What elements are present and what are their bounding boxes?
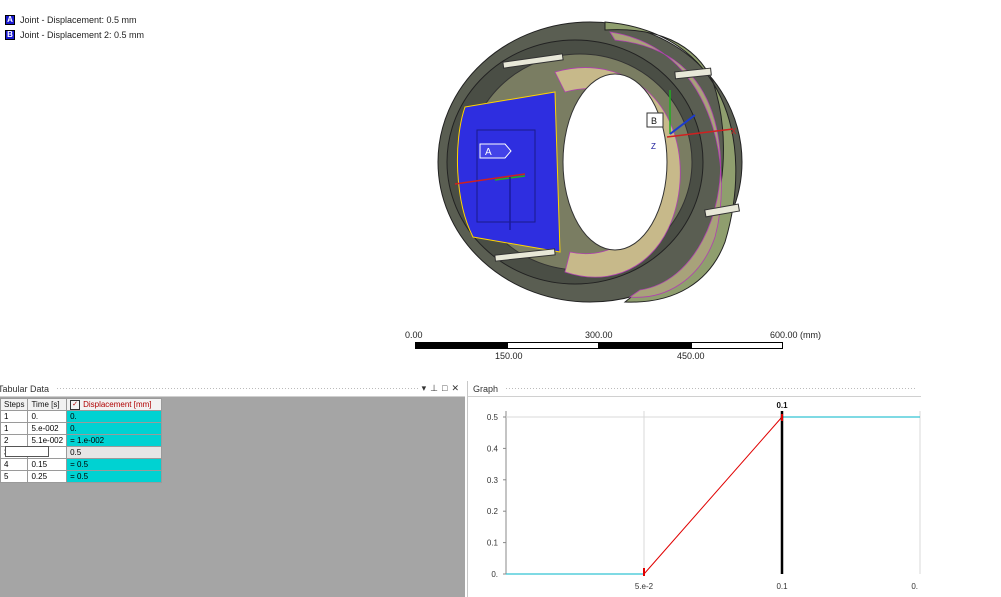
scale-label-450: 450.00 bbox=[677, 351, 705, 361]
cell-time: 0.25 bbox=[27, 470, 68, 483]
graph-header-grip[interactable] bbox=[505, 387, 917, 390]
legend-label-a: Joint - Displacement: 0.5 mm bbox=[20, 14, 137, 25]
cell-displacement[interactable]: 0. bbox=[66, 410, 163, 423]
cell-step: 5 bbox=[0, 470, 29, 483]
current-step-label: 0.1 bbox=[776, 401, 788, 410]
scale-label-300: 300.00 bbox=[585, 330, 613, 340]
tabular-header: Tabular Data ▾ ⊥ □ ✕ bbox=[0, 381, 465, 397]
y-tick-label: 0.1 bbox=[487, 539, 499, 548]
cell-displacement[interactable]: = 1.e-002 bbox=[66, 434, 163, 447]
maximize-icon[interactable]: □ bbox=[442, 383, 447, 394]
checkbox-icon[interactable]: ✓ bbox=[70, 399, 81, 410]
axis-z-label: Z bbox=[651, 142, 656, 151]
graph-panel: Graph 0. 0.1 0.2 0.3 0.4 0.5 0.1 5.e-2 0.1 0. bbox=[467, 381, 921, 597]
scale-label-150: 150.00 bbox=[495, 351, 523, 361]
table-header-row: Steps Time [s] ✓ Displacement [mm] bbox=[0, 398, 163, 411]
col-time[interactable]: Time [s] bbox=[27, 398, 68, 411]
cell-displacement[interactable]: 0.5 bbox=[66, 446, 163, 459]
table-row[interactable]: 4 0.15 = 0.5 bbox=[0, 458, 163, 471]
legend-item-b[interactable]: B Joint - Displacement 2: 0.5 mm bbox=[5, 28, 144, 41]
scale-seg-4 bbox=[691, 342, 783, 349]
scale-seg-2 bbox=[507, 342, 599, 349]
cell-time: 0. bbox=[27, 410, 68, 423]
graph-title: Graph bbox=[473, 383, 502, 394]
cell-time: 5.1e-002 bbox=[27, 434, 68, 447]
table-row[interactable]: 5 0.25 = 0.5 bbox=[0, 470, 163, 483]
marker-b[interactable]: B bbox=[646, 112, 664, 128]
cell-edit-box[interactable] bbox=[5, 446, 49, 457]
marker-a-label: A bbox=[485, 147, 492, 158]
graph-chart[interactable]: 0. 0.1 0.2 0.3 0.4 0.5 0.1 5.e-2 0.1 0. bbox=[468, 397, 921, 597]
pin-icon[interactable]: ⊥ bbox=[430, 383, 438, 394]
marker-a[interactable]: A bbox=[479, 143, 512, 159]
header-grip[interactable] bbox=[56, 387, 418, 390]
cell-displacement[interactable]: = 0.5 bbox=[66, 470, 163, 483]
x-tick-label: 5.e-2 bbox=[635, 582, 654, 591]
x-tick-label: 0.1 bbox=[776, 582, 788, 591]
legend-item-a[interactable]: A Joint - Displacement: 0.5 mm bbox=[5, 13, 144, 26]
data-table: Steps Time [s] ✓ Displacement [mm] 1 0. 0… bbox=[0, 398, 163, 483]
col-steps[interactable]: Steps bbox=[0, 398, 29, 411]
cell-step: 2 bbox=[0, 434, 29, 447]
graph-header: Graph bbox=[468, 381, 921, 397]
col-displacement-label: Displacement [mm] bbox=[83, 399, 152, 409]
scale-seg-1 bbox=[415, 342, 507, 349]
table-row[interactable]: 1 5.e-002 0. bbox=[0, 422, 163, 435]
y-tick-label: 0.2 bbox=[487, 507, 499, 516]
legend-tag-a: A bbox=[5, 14, 15, 25]
col-displacement[interactable]: ✓ Displacement [mm] bbox=[66, 398, 163, 411]
y-tick-label: 0.3 bbox=[487, 476, 499, 485]
legend-label-b: Joint - Displacement 2: 0.5 mm bbox=[20, 29, 145, 40]
y-tick-label: 0.5 bbox=[487, 413, 499, 422]
bore-hole bbox=[562, 73, 668, 251]
close-icon[interactable]: ✕ bbox=[451, 383, 459, 394]
y-tick-label: 0.4 bbox=[487, 444, 499, 453]
marker-b-label: B bbox=[651, 116, 657, 126]
y-tick-label: 0. bbox=[491, 570, 498, 579]
cell-displacement[interactable]: 0. bbox=[66, 422, 163, 435]
model-viewport[interactable]: A B X Z bbox=[425, 12, 765, 312]
cell-step: 4 bbox=[0, 458, 29, 471]
dropdown-icon[interactable]: ▾ bbox=[422, 383, 427, 394]
cell-step: 1 bbox=[0, 410, 29, 423]
x-tick-label: 0. bbox=[911, 582, 918, 591]
cell-time: 5.e-002 bbox=[27, 422, 68, 435]
cell-displacement[interactable]: = 0.5 bbox=[66, 458, 163, 471]
scale-label-600: 600.00 (mm) bbox=[770, 330, 822, 340]
table-row[interactable]: 1 0. 0. bbox=[0, 410, 163, 423]
scale-bar: 0.00 300.00 600.00 (mm) 150.00 450.00 bbox=[405, 330, 835, 370]
scale-seg-3 bbox=[599, 342, 691, 349]
selected-face bbox=[456, 91, 561, 253]
series-segment-active bbox=[643, 416, 783, 575]
legend: A Joint - Displacement: 0.5 mm B Joint -… bbox=[5, 13, 144, 43]
tabular-data-panel: Tabular Data ▾ ⊥ □ ✕ Steps Time [s] ✓ Dis… bbox=[0, 381, 465, 597]
axis-x-label: X bbox=[731, 127, 737, 136]
table-row[interactable]: 2 5.1e-002 = 1.e-002 bbox=[0, 434, 163, 447]
scale-label-0: 0.00 bbox=[405, 330, 423, 340]
legend-tag-b: B bbox=[5, 29, 15, 40]
tabular-title: Tabular Data bbox=[0, 383, 53, 394]
cell-time: 0.15 bbox=[27, 458, 68, 471]
cell-step: 1 bbox=[0, 422, 29, 435]
